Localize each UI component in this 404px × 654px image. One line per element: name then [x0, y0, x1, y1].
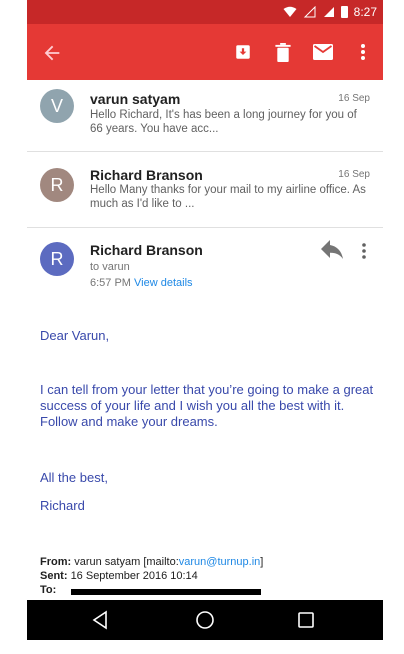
reply-icon[interactable] [320, 240, 344, 260]
mail-icon [313, 44, 333, 60]
thread-date: 16 Sep [338, 93, 370, 104]
avatar: V [40, 89, 74, 123]
quoted-sent: Sent: 16 September 2016 10:14 [40, 570, 198, 583]
thread-item-varun[interactable]: V varun satyam 16 Sep Hello Richard, It'… [27, 80, 383, 152]
quoted-to-label: To: [40, 584, 57, 596]
body-signoff: All the best, [40, 470, 108, 485]
app-bar-actions [223, 24, 383, 80]
more-vert-icon [361, 44, 365, 60]
avatar: R [40, 242, 74, 276]
signal-outline-icon [303, 6, 316, 18]
quoted-sent-label: Sent: [40, 570, 68, 582]
quoted-from-value: varun satyam [mailto: [74, 556, 179, 568]
thread-item-richard[interactable]: R Richard Branson 16 Sep Hello Many than… [27, 152, 383, 228]
more-options-button[interactable] [343, 32, 383, 72]
message-time-row: 6:57 PM View details [90, 277, 193, 289]
archive-button[interactable] [223, 32, 263, 72]
message-time: 6:57 PM [90, 277, 131, 289]
wifi-icon [283, 6, 297, 17]
thread-date: 16 Sep [338, 169, 370, 180]
body-greeting: Dear Varun, [40, 328, 110, 343]
signal-icon [323, 7, 334, 17]
delete-icon [275, 42, 291, 62]
home-circle-icon[interactable] [194, 609, 216, 631]
redaction-bar [71, 589, 261, 595]
status-bar: 8:27 [27, 0, 383, 24]
thread-sender: varun satyam [90, 91, 181, 107]
quoted-sent-value: 16 September 2016 10:14 [70, 570, 198, 582]
recents-square-icon[interactable] [295, 609, 317, 631]
navigation-bar [27, 600, 383, 640]
quoted-from-close: ] [260, 556, 264, 568]
app-bar [27, 24, 383, 80]
back-triangle-icon[interactable] [89, 609, 111, 631]
avatar: R [40, 168, 74, 202]
status-time: 8:27 [353, 5, 377, 19]
quoted-email-link[interactable]: varun@turnup.in [179, 556, 261, 568]
quoted-to: To: [40, 584, 56, 597]
thread-snippet: Hello Many thanks for your mail to my ai… [90, 184, 366, 210]
back-arrow-icon[interactable] [41, 42, 63, 64]
message-recipient: to varun [90, 261, 130, 273]
body-paragraph: I can tell from your letter that you’re … [40, 382, 374, 429]
thread-snippet: Hello Richard, It's has been a long jour… [90, 109, 357, 135]
view-details-link[interactable]: View details [134, 277, 193, 289]
quoted-from: From: varun satyam [mailto:varun@turnup.… [40, 556, 263, 569]
thread-sender: Richard Branson [90, 167, 203, 183]
mark-unread-button[interactable] [303, 32, 343, 72]
quoted-from-label: From: [40, 556, 72, 568]
more-vert-icon[interactable] [357, 240, 371, 262]
phone-screen: 8:27 V varun satyam 16 Sep Hello Richard… [27, 0, 383, 640]
archive-icon [236, 45, 250, 59]
body-signature: Richard [40, 498, 85, 513]
message-sender: Richard Branson [90, 242, 203, 258]
delete-button[interactable] [263, 32, 303, 72]
message-header: R Richard Branson to varun 6:57 PM View … [27, 228, 383, 308]
battery-icon [340, 6, 348, 18]
